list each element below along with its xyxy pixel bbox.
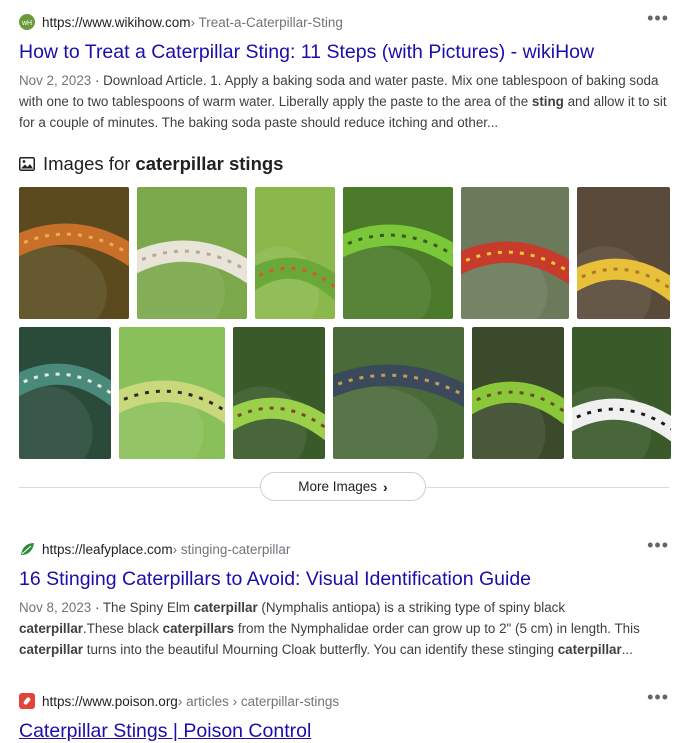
search-result-poison-control: https://www.poison.org › articles › cate… (19, 688, 669, 743)
snippet-text: · Download Article. 1. Apply a baking so… (19, 73, 667, 130)
svg-text:wH: wH (22, 20, 32, 26)
image-thumbnail[interactable] (343, 187, 453, 319)
result-title[interactable]: How to Treat a Caterpillar Sting: 11 Ste… (19, 40, 669, 64)
snippet-highlight: caterpillars (162, 621, 235, 636)
snippet-segment: ... (621, 642, 633, 657)
result-snippet: Nov 2, 2023 · Download Article. 1. Apply… (19, 70, 669, 133)
search-result-leafyplace: https://leafyplace.com › stinging-caterp… (19, 536, 669, 660)
result-date: Nov 8, 2023 (19, 600, 92, 615)
image-thumbnail[interactable] (19, 187, 129, 319)
result-url-row[interactable]: wH https://www.wikihow.com › Treat-a-Cat… (19, 13, 669, 31)
image-thumbnail[interactable] (572, 327, 671, 459)
more-images-button[interactable]: More Images › (260, 472, 426, 501)
image-thumbnail[interactable] (333, 327, 464, 459)
result-breadcrumb: › articles › caterpillar-stings (177, 693, 340, 709)
image-row-2 (19, 327, 671, 459)
snippet-segment: · The Spiny Elm (91, 600, 194, 615)
images-query: caterpillar stings (135, 153, 284, 174)
image-icon (19, 157, 35, 171)
image-thumbnail[interactable] (119, 327, 225, 459)
images-prefix: Images for (43, 153, 131, 174)
image-row-1 (19, 187, 670, 319)
result-title[interactable]: 16 Stinging Caterpillars to Avoid: Visua… (19, 567, 669, 591)
more-images-label: More Images (298, 479, 378, 494)
image-thumbnail[interactable] (577, 187, 670, 319)
image-thumbnail[interactable] (233, 327, 325, 459)
result-breadcrumb: › Treat-a-Caterpillar-Sting (190, 14, 343, 30)
result-title[interactable]: Caterpillar Stings | Poison Control (19, 719, 669, 743)
more-options-icon[interactable]: ••• (647, 9, 669, 27)
result-date: Nov 2, 2023 (19, 73, 92, 88)
result-url-row[interactable]: https://www.poison.org › articles › cate… (19, 692, 669, 710)
result-url: https://www.wikihow.com (42, 14, 191, 30)
snippet-segment: (Nymphalis antiopa) is a striking type o… (257, 600, 566, 615)
result-snippet: Nov 8, 2023 · The Spiny Elm caterpillar … (19, 597, 669, 660)
image-thumbnail[interactable] (255, 187, 335, 319)
image-thumbnail[interactable] (461, 187, 569, 319)
snippet-highlight: caterpillar (193, 600, 258, 615)
images-section-heading: Images for caterpillar stings (19, 153, 283, 175)
result-breadcrumb: › stinging-caterpillar (172, 541, 291, 557)
leaf-favicon (19, 541, 35, 557)
snippet-highlight: caterpillar (19, 642, 84, 657)
snippet-highlight: sting (531, 94, 564, 109)
poison-control-favicon (19, 693, 35, 709)
snippet-segment: turns into the beautiful Mourning Cloak … (83, 642, 558, 657)
snippet-segment: .These black (83, 621, 163, 636)
snippet-highlight: caterpillar (19, 621, 84, 636)
image-thumbnail[interactable] (19, 327, 111, 459)
image-thumbnail[interactable] (472, 327, 564, 459)
wikihow-favicon: wH (19, 14, 35, 30)
search-result-wikihow: wH https://www.wikihow.com › Treat-a-Cat… (19, 9, 669, 133)
more-options-icon[interactable]: ••• (647, 536, 669, 554)
snippet-highlight: caterpillar (557, 642, 622, 657)
chevron-right-icon: › (383, 478, 388, 495)
snippet-text: · The Spiny Elm caterpillar (Nymphalis a… (19, 600, 640, 657)
result-url: https://leafyplace.com (42, 541, 173, 557)
snippet-segment: from the Nymphalidae order can grow up t… (234, 621, 640, 636)
result-url: https://www.poison.org (42, 693, 178, 709)
more-options-icon[interactable]: ••• (647, 688, 669, 706)
image-thumbnail[interactable] (137, 187, 247, 319)
result-url-row[interactable]: https://leafyplace.com › stinging-caterp… (19, 540, 669, 558)
